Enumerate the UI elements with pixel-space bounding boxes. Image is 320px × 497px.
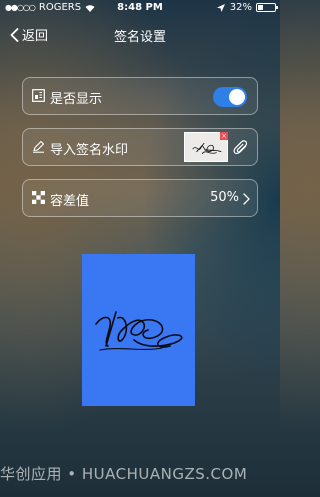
checker-icon: [32, 191, 45, 204]
tolerance-value: 50%: [210, 190, 239, 205]
battery-percent: 32%: [229, 2, 252, 13]
paperclip-icon[interactable]: [233, 139, 249, 156]
show-setting-row: 是否显示: [22, 77, 258, 115]
toggle-knob: [229, 89, 245, 105]
tolerance-setting-row[interactable]: 容差值 50%: [22, 179, 258, 217]
chevron-right-icon: [243, 193, 250, 205]
pen-icon: [33, 140, 45, 153]
display-icon: [32, 89, 45, 102]
page-title: 签名设置: [113, 30, 166, 45]
navigation-bar: 返回 签名设置: [0, 18, 280, 50]
watermark-text: 华创应用 • HUACHUANGZS.COM: [0, 465, 248, 483]
tolerance-label: 容差值: [50, 194, 90, 209]
status-bar: ●●○○○ ROGERS 8:48 PM 32%: [0, 0, 280, 16]
delete-thumbnail-button[interactable]: ×: [220, 132, 228, 140]
location-icon: [216, 3, 225, 12]
status-right: 32%: [216, 2, 278, 13]
show-label: 是否显示: [50, 92, 103, 107]
import-label: 导入签名水印: [50, 143, 129, 158]
battery-fill: [258, 5, 263, 10]
show-toggle[interactable]: [213, 87, 247, 107]
signature-image: [95, 311, 183, 351]
signature-preview: [82, 254, 195, 406]
import-watermark-row[interactable]: 导入签名水印 ×: [22, 128, 258, 166]
watermark-thumbnail[interactable]: ×: [184, 132, 228, 162]
battery-icon: [256, 3, 278, 12]
